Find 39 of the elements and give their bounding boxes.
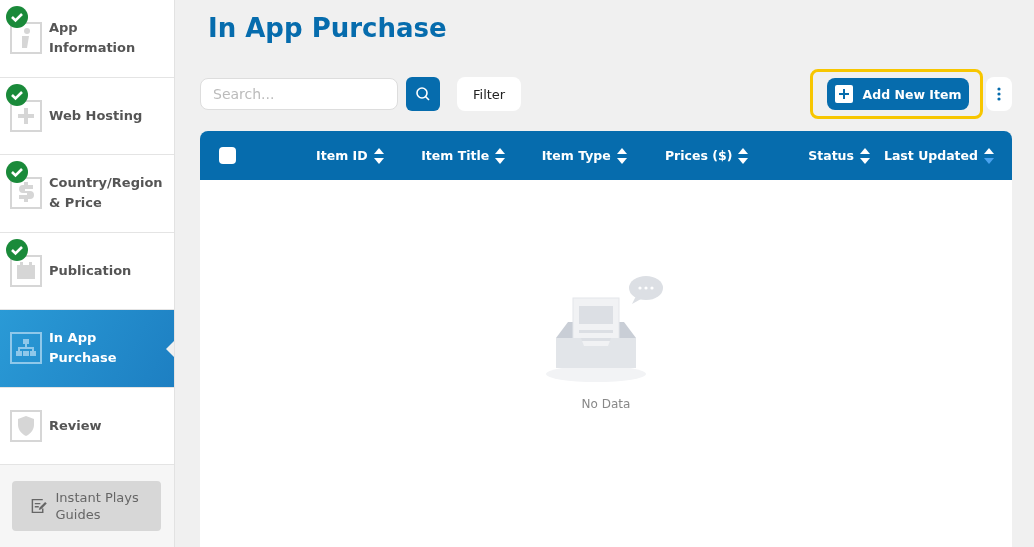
sort-icon[interactable] [495,146,506,165]
sort-icon[interactable] [859,146,870,165]
add-item-button[interactable]: Add New Item [827,78,969,110]
more-icon [997,86,1001,102]
shield-icon [10,409,42,442]
column-header[interactable]: Status [808,148,854,163]
column-header[interactable]: Item Title [421,148,490,163]
sidebar-step[interactable]: App Information [0,0,174,78]
sort-icon[interactable] [738,146,749,165]
checkmark-icon [6,83,28,106]
search-field[interactable]: Search... [200,78,398,110]
column-header[interactable]: Prices ($) [664,148,733,163]
column-header[interactable]: Item ID [316,148,368,163]
filter-button[interactable]: Filter [457,77,522,111]
info-icon [10,22,42,55]
checkmark-icon [6,161,28,183]
column-header[interactable]: Last Updated [883,148,979,163]
page-title: In App Purchase [208,12,448,44]
empty-message: No Data [581,397,631,411]
search-button[interactable] [406,77,440,111]
guides-button[interactable]: Instant Plays Guides [12,481,161,531]
checkmark-icon [6,6,28,28]
sort-icon[interactable] [616,146,627,165]
sort-icon[interactable] [373,146,384,165]
sidebar-step[interactable]: Country/Region & Price [0,155,174,233]
sidebar-step[interactable]: Review [0,387,174,465]
sort-icon[interactable] [984,146,995,165]
calendar-icon [10,254,42,287]
checkmark-icon [6,238,28,261]
search-icon [415,86,431,102]
hierarchy-icon [10,332,42,365]
plus-icon [10,99,42,132]
column-header[interactable]: Item Type [541,148,611,163]
sidebar-step[interactable]: Web Hosting [0,77,174,155]
sidebar-step[interactable]: Publication [0,232,174,310]
select-all-checkbox[interactable] [219,147,236,164]
sidebar-step[interactable]: In App Purchase [0,310,174,388]
plus-icon [834,85,853,103]
dollar-icon [10,177,42,210]
